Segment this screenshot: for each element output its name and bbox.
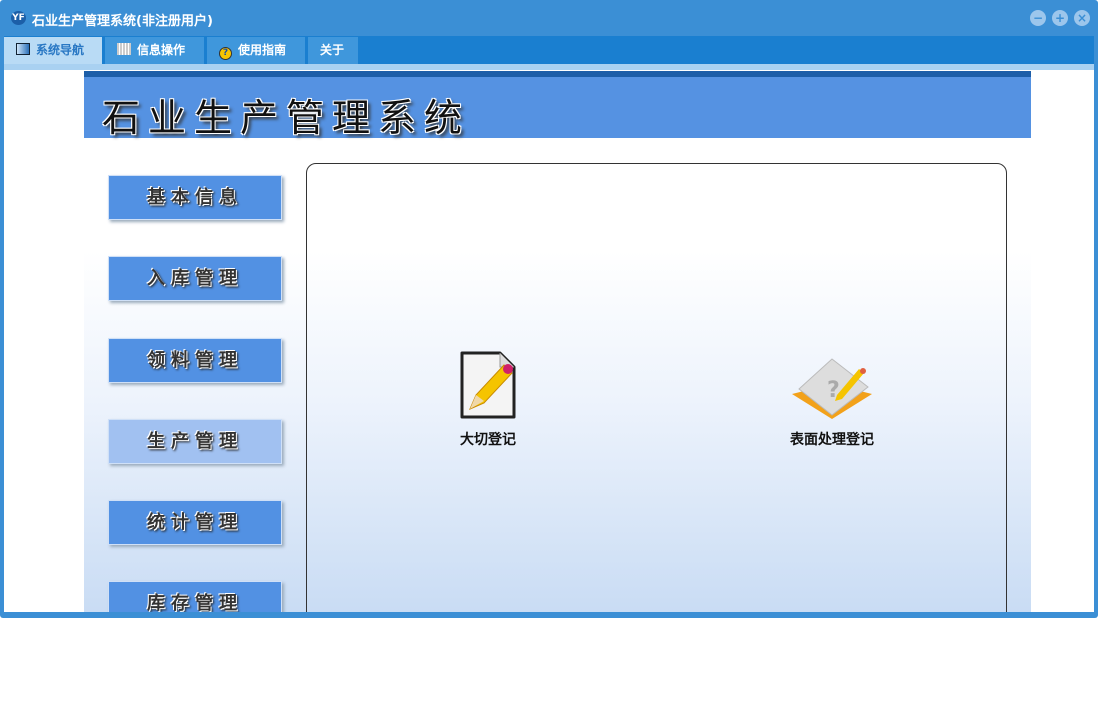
tab-label: 系统导航: [36, 43, 85, 57]
app-logo-icon: YF: [11, 11, 26, 25]
tab-info-ops[interactable]: 信息操作: [105, 37, 204, 64]
function-label: 大切登记: [460, 432, 516, 448]
nav-materials[interactable]: 领料管理: [108, 338, 282, 383]
close-button[interactable]: ×: [1074, 10, 1090, 26]
app-window: YF 石业生产管理系统(非注册用户) − + × 系统导航 信息操作 ? 使用指南…: [0, 0, 1098, 618]
nav-production[interactable]: 生产管理: [108, 419, 282, 464]
tab-system-nav[interactable]: 系统导航: [4, 37, 102, 64]
grid-icon: [117, 43, 131, 55]
monitor-icon: [16, 43, 30, 55]
maximize-button[interactable]: +: [1052, 10, 1068, 26]
edit-document-icon: [460, 351, 516, 419]
content-area: 石业生产管理系统 基本信息 入库管理 领料管理 生产管理 统计管理 库存管理 大…: [4, 70, 1094, 612]
function-panel: 大切登记 ? 表面处理登记: [306, 163, 1007, 612]
tab-about[interactable]: 关于: [308, 37, 358, 64]
tab-label: 使用指南: [238, 43, 287, 57]
minimize-button[interactable]: −: [1030, 10, 1046, 26]
tab-label: 信息操作: [137, 43, 186, 57]
nav-basic-info[interactable]: 基本信息: [108, 175, 282, 220]
nav-inventory[interactable]: 库存管理: [108, 581, 282, 612]
tab-guide[interactable]: ? 使用指南: [207, 37, 305, 64]
nav-statistics[interactable]: 统计管理: [108, 500, 282, 545]
notebook-pencil-icon: ?: [792, 358, 872, 419]
help-icon: ?: [219, 47, 232, 60]
banner: 石业生产管理系统: [84, 71, 1031, 140]
tab-label: 关于: [320, 43, 345, 57]
window-title: 石业生产管理系统(非注册用户): [32, 14, 213, 29]
title-bar: YF 石业生产管理系统(非注册用户) − + ×: [0, 0, 1098, 36]
banner-title: 石业生产管理系统: [102, 96, 471, 140]
function-label: 表面处理登记: [790, 432, 874, 448]
nav-inbound[interactable]: 入库管理: [108, 256, 282, 301]
main-page: 石业生产管理系统 基本信息 入库管理 领料管理 生产管理 统计管理 库存管理 大…: [84, 71, 1031, 612]
tab-bar: 系统导航 信息操作 ? 使用指南 关于: [4, 36, 1094, 64]
function-surface-treatment[interactable]: ? 表面处理登记: [772, 349, 892, 449]
function-slab-cutting[interactable]: 大切登记: [428, 349, 548, 449]
